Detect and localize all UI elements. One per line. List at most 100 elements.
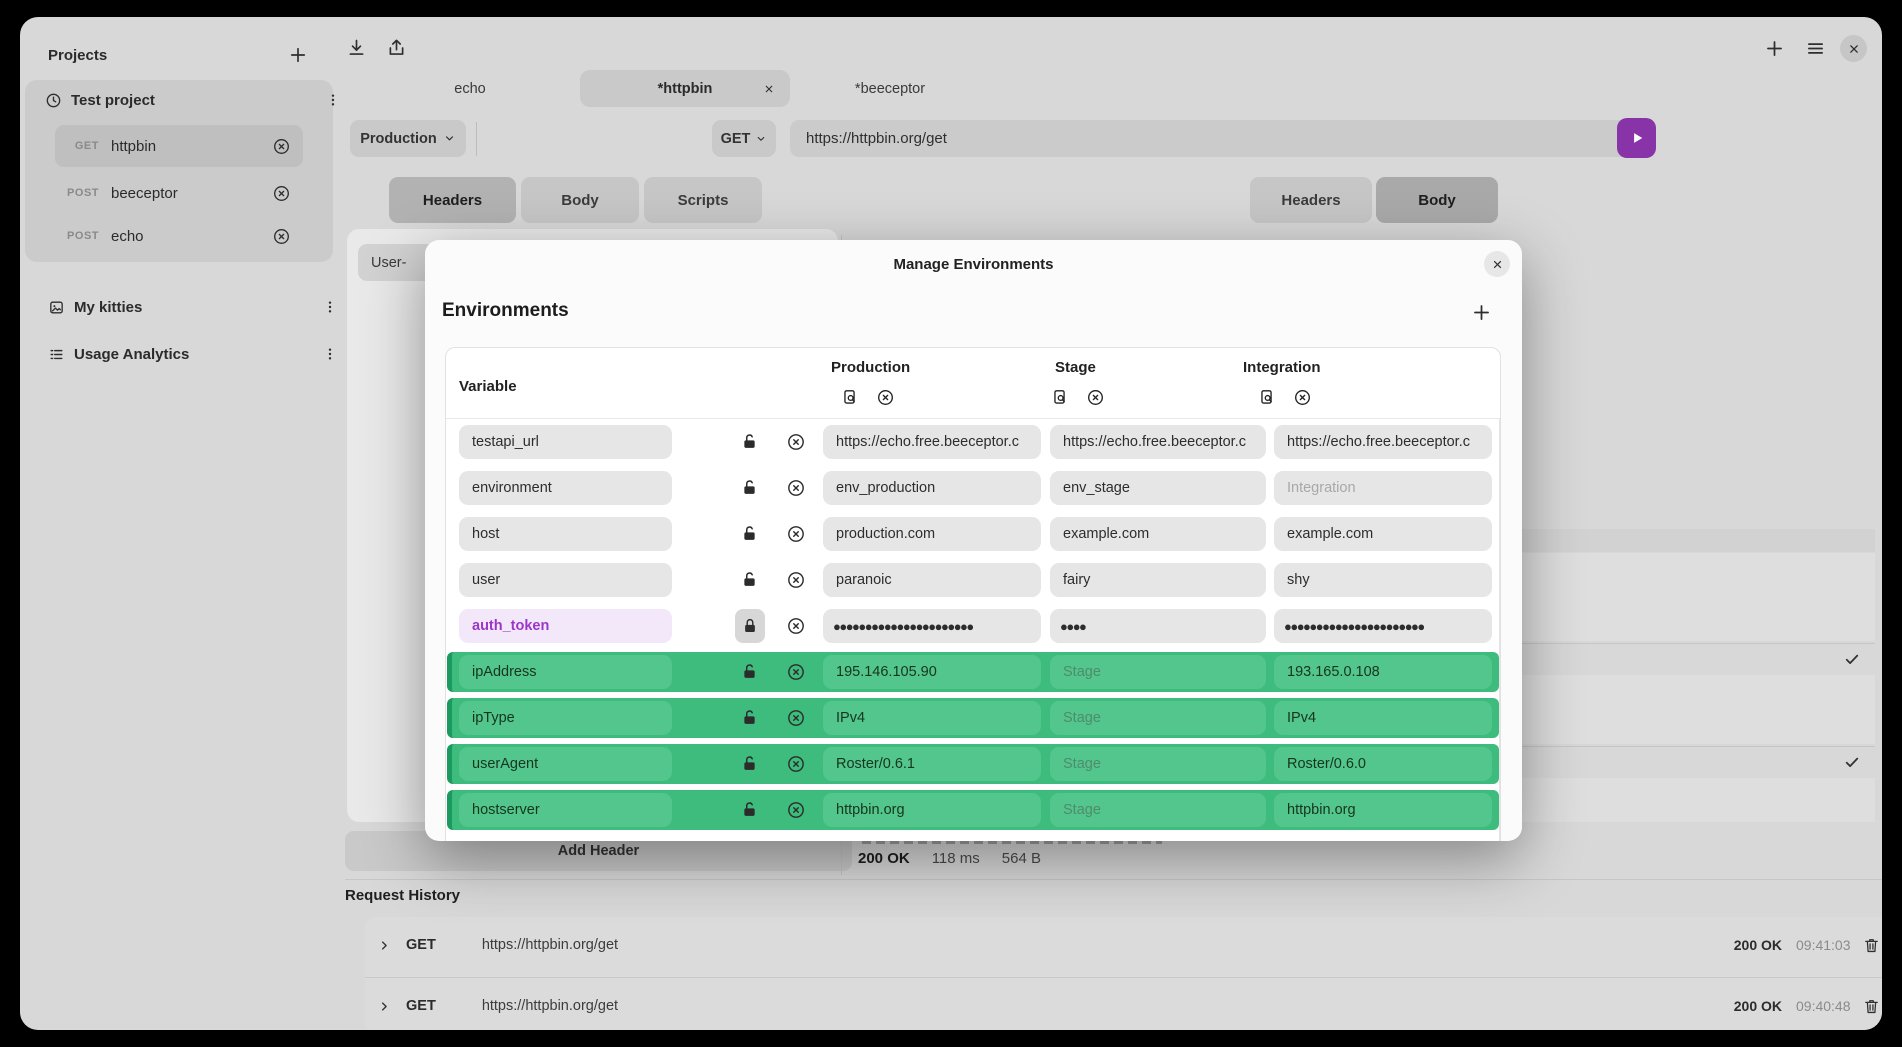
- env-value-input-stage[interactable]: [1050, 563, 1266, 597]
- add-project-icon[interactable]: [288, 45, 308, 65]
- response-tab-headers[interactable]: Headers: [1250, 177, 1372, 223]
- env-value-input-integration[interactable]: [1274, 517, 1492, 551]
- lock-open-icon[interactable]: [740, 800, 759, 819]
- variable-name-input[interactable]: [459, 655, 672, 689]
- lock-open-icon[interactable]: [740, 524, 759, 543]
- env-value-input-integration[interactable]: [1274, 701, 1492, 735]
- environment-delete-icon[interactable]: [1086, 388, 1105, 407]
- close-tab-icon[interactable]: [763, 83, 775, 95]
- env-value-input-integration[interactable]: [1274, 655, 1492, 689]
- chevron-right-icon[interactable]: [377, 938, 392, 953]
- environment-delete-icon[interactable]: [876, 388, 895, 407]
- request-tab-headers[interactable]: Headers: [389, 177, 516, 223]
- project-name[interactable]: Test project: [71, 92, 155, 109]
- delete-variable-icon[interactable]: [786, 524, 806, 544]
- url-input[interactable]: [790, 120, 1629, 157]
- variable-name-input[interactable]: [459, 425, 672, 459]
- trash-icon[interactable]: [1862, 936, 1881, 955]
- env-value-input-stage[interactable]: [1050, 701, 1266, 735]
- environment-selector-button[interactable]: Production: [350, 120, 466, 157]
- history-row[interactable]: GET https://httpbin.org/get 200 OK 09:40…: [365, 977, 1882, 1030]
- lock-open-icon[interactable]: [740, 754, 759, 773]
- env-value-input-production[interactable]: [823, 655, 1041, 689]
- lock-open-icon[interactable]: [740, 432, 759, 451]
- env-value-input-stage[interactable]: [1050, 471, 1266, 505]
- variable-name-input[interactable]: [459, 563, 672, 597]
- send-request-button[interactable]: [1617, 118, 1656, 158]
- variable-name-input[interactable]: [459, 517, 672, 551]
- export-share-icon[interactable]: [386, 37, 407, 58]
- menu-hamburger-icon[interactable]: [1805, 38, 1826, 59]
- sidebar-item-my-kitties[interactable]: My kitties: [25, 289, 356, 325]
- delete-variable-icon[interactable]: [786, 754, 806, 774]
- env-value-input-stage[interactable]: [1050, 517, 1266, 551]
- env-value-input-stage[interactable]: [1050, 793, 1266, 827]
- env-value-input-integration[interactable]: [1274, 563, 1492, 597]
- import-download-icon[interactable]: [346, 37, 367, 58]
- env-value-input-integration[interactable]: [1274, 425, 1492, 459]
- request-tab-body[interactable]: Body: [521, 177, 639, 223]
- sidebar-item-usage-analytics[interactable]: Usage Analytics: [25, 336, 356, 372]
- project-menu-icon[interactable]: [322, 299, 338, 315]
- variable-name-input[interactable]: [459, 793, 672, 827]
- variable-name-input[interactable]: [459, 609, 672, 643]
- sidebar-request-httpbin[interactable]: GET httpbin: [55, 125, 303, 167]
- remove-request-icon[interactable]: [272, 227, 291, 246]
- project-menu-icon[interactable]: [322, 346, 338, 362]
- modal-close-button[interactable]: [1484, 251, 1510, 277]
- table-scroll-divider[interactable]: [1499, 419, 1500, 841]
- secret-lock-button[interactable]: [735, 609, 765, 643]
- variable-name-input[interactable]: [459, 747, 672, 781]
- env-value-input-production[interactable]: [823, 563, 1041, 597]
- environment-preview-icon[interactable]: [1258, 388, 1277, 407]
- env-value-input-production[interactable]: [823, 793, 1041, 827]
- environment-preview-icon[interactable]: [841, 388, 860, 407]
- env-value-input-production[interactable]: [823, 609, 1041, 643]
- env-value-input-integration[interactable]: [1274, 747, 1492, 781]
- env-value-input-production[interactable]: [823, 471, 1041, 505]
- method-selector-button[interactable]: GET: [712, 120, 776, 157]
- delete-variable-icon[interactable]: [786, 616, 806, 636]
- remove-request-icon[interactable]: [272, 184, 291, 203]
- window-close-button[interactable]: [1840, 35, 1867, 62]
- new-tab-icon[interactable]: [1764, 38, 1785, 59]
- sidebar-request-beeceptor[interactable]: POST beeceptor: [55, 172, 303, 214]
- variable-name-input[interactable]: [459, 471, 672, 505]
- delete-variable-icon[interactable]: [786, 708, 806, 728]
- lock-open-icon[interactable]: [740, 478, 759, 497]
- remove-request-icon[interactable]: [272, 137, 291, 156]
- tab-echo[interactable]: echo: [420, 70, 520, 107]
- lock-open-icon[interactable]: [740, 662, 759, 681]
- lock-open-icon[interactable]: [740, 708, 759, 727]
- lock-open-icon[interactable]: [740, 570, 759, 589]
- tab-httpbin[interactable]: *httpbin: [580, 70, 790, 107]
- delete-variable-icon[interactable]: [786, 478, 806, 498]
- request-tab-scripts[interactable]: Scripts: [644, 177, 762, 223]
- sidebar-request-echo[interactable]: POST echo: [55, 215, 303, 257]
- add-environment-icon[interactable]: [1471, 302, 1492, 323]
- delete-variable-icon[interactable]: [786, 432, 806, 452]
- env-value-input-stage[interactable]: [1050, 747, 1266, 781]
- history-row[interactable]: GET https://httpbin.org/get 200 OK 09:41…: [365, 917, 1882, 973]
- variable-name-input[interactable]: [459, 701, 672, 735]
- env-value-input-stage[interactable]: [1050, 609, 1266, 643]
- env-value-input-integration[interactable]: [1274, 609, 1492, 643]
- trash-icon[interactable]: [1862, 997, 1881, 1016]
- env-value-input-production[interactable]: [823, 701, 1041, 735]
- environment-delete-icon[interactable]: [1293, 388, 1312, 407]
- project-menu-icon[interactable]: [325, 92, 341, 108]
- env-value-input-production[interactable]: [823, 747, 1041, 781]
- response-tab-body[interactable]: Body: [1376, 177, 1498, 223]
- chevron-right-icon[interactable]: [377, 999, 392, 1014]
- env-value-input-stage[interactable]: [1050, 655, 1266, 689]
- env-value-input-integration[interactable]: [1274, 471, 1492, 505]
- tab-beeceptor[interactable]: *beeceptor: [810, 70, 970, 107]
- env-value-input-integration[interactable]: [1274, 793, 1492, 827]
- delete-variable-icon[interactable]: [786, 570, 806, 590]
- env-value-input-stage[interactable]: [1050, 425, 1266, 459]
- env-value-input-production[interactable]: [823, 517, 1041, 551]
- environment-preview-icon[interactable]: [1051, 388, 1070, 407]
- delete-variable-icon[interactable]: [786, 662, 806, 682]
- env-value-input-production[interactable]: [823, 425, 1041, 459]
- delete-variable-icon[interactable]: [786, 800, 806, 820]
